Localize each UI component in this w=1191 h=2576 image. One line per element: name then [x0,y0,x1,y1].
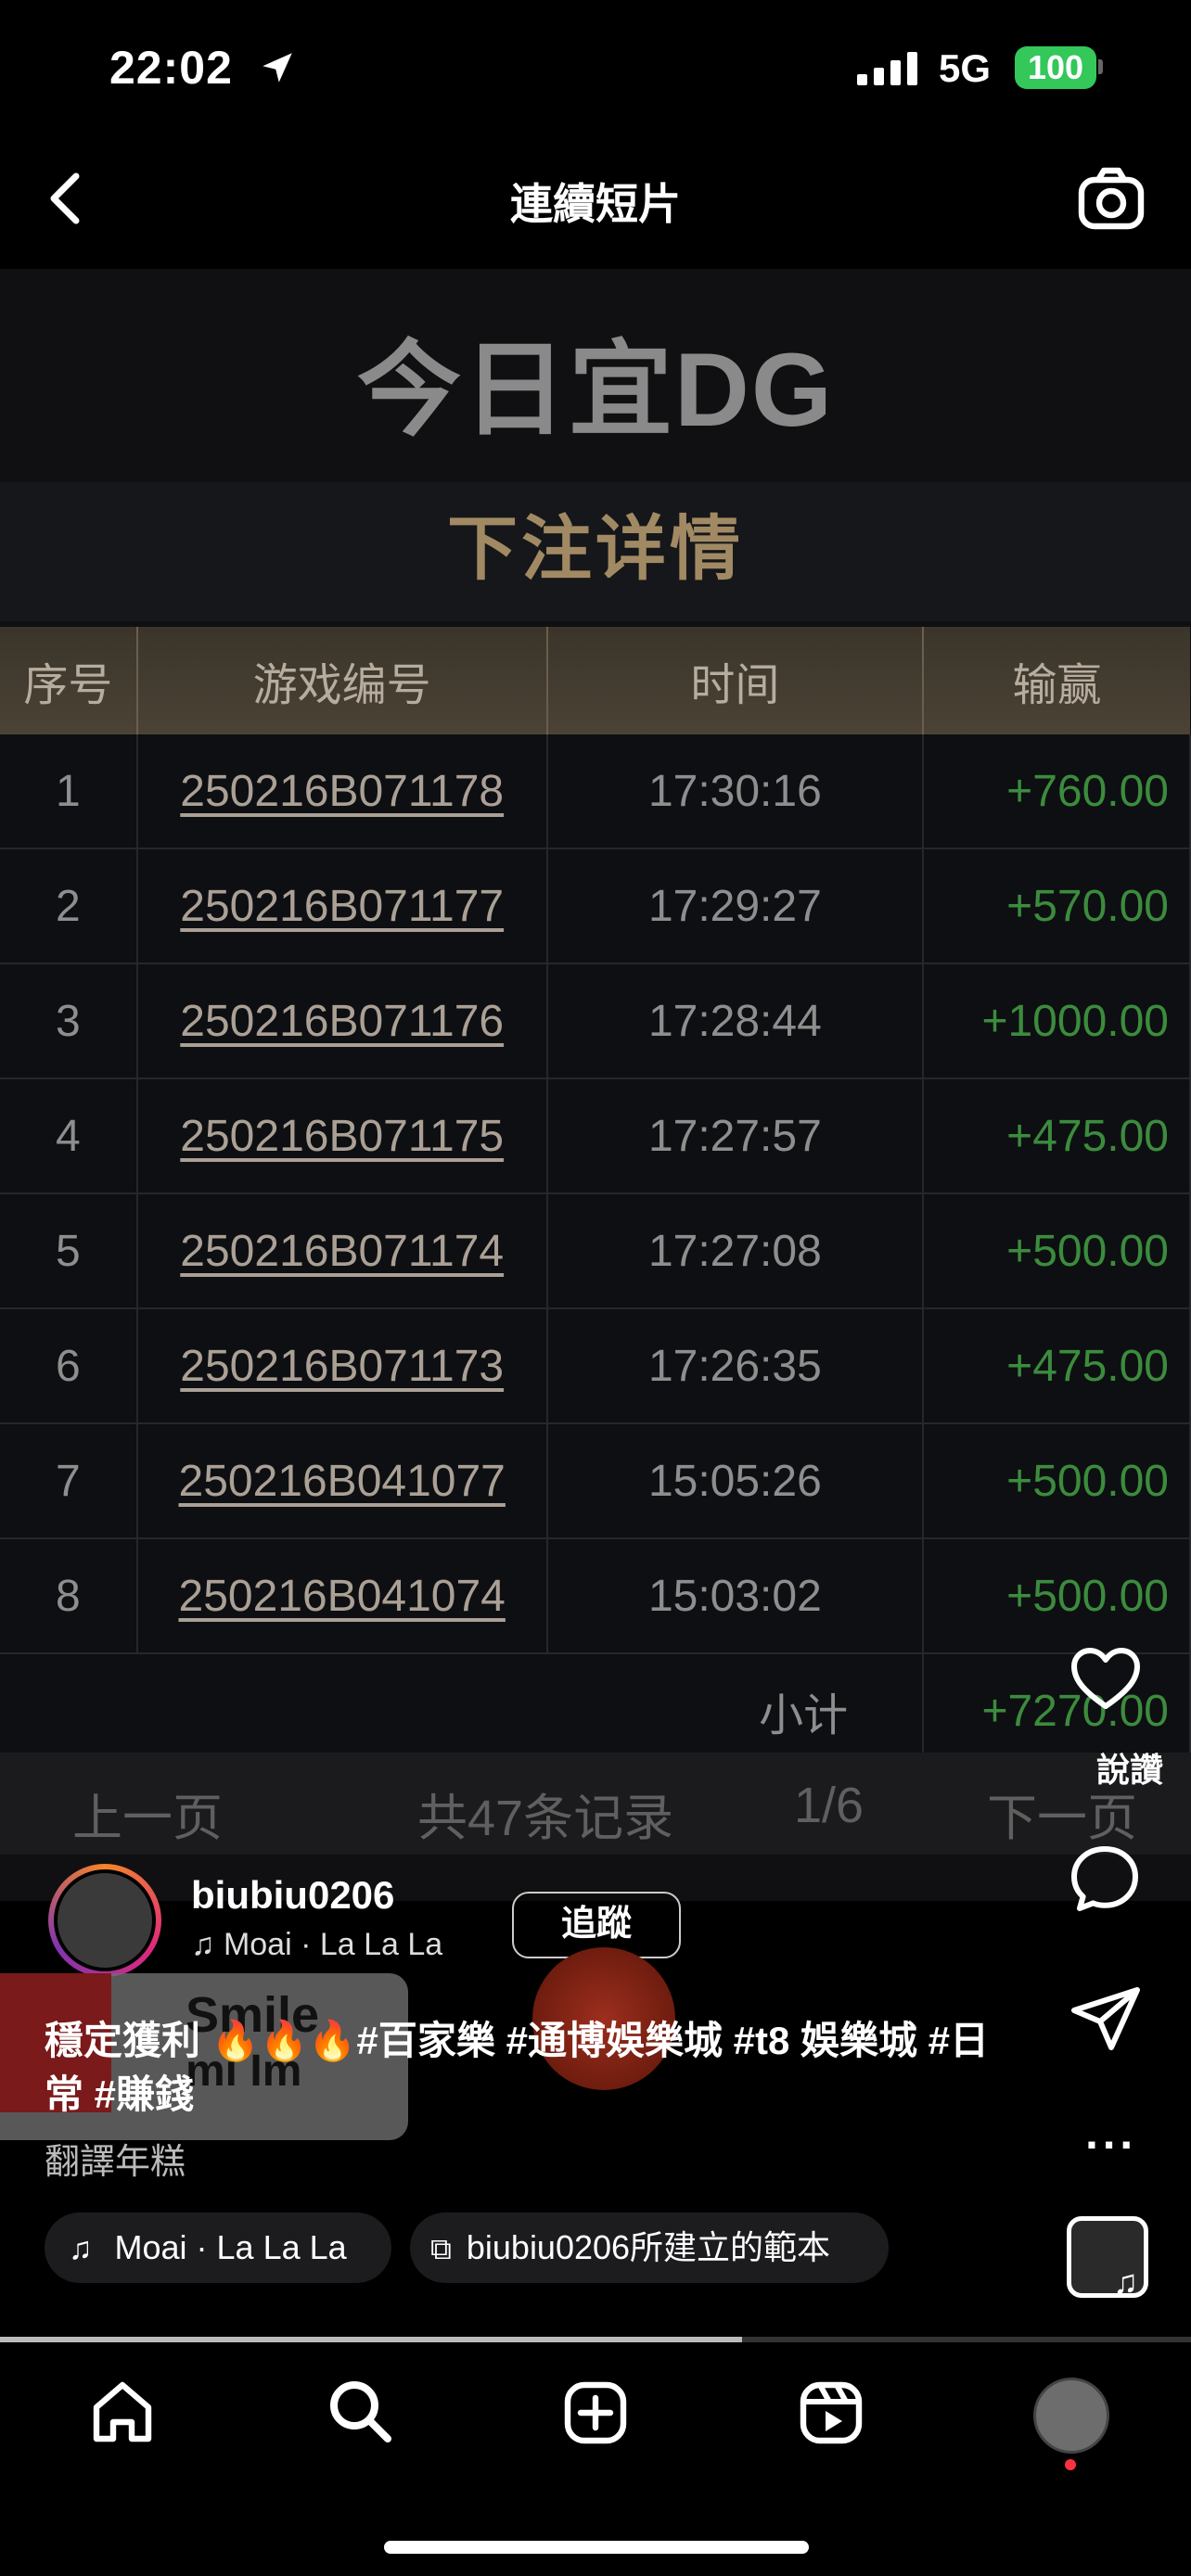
row-index: 7 [0,1423,138,1539]
game-id-link[interactable]: 250216B071176 [136,963,548,1079]
row-result: +570.00 [923,848,1191,964]
status-time: 22:02 [109,42,233,94]
row-result: +500.00 [923,1423,1191,1539]
heart-icon[interactable] [1069,1645,1143,1712]
game-id-link[interactable]: 250216B071173 [136,1308,548,1424]
profile-avatar-tab[interactable] [1033,2378,1109,2454]
row-result: +1000.00 [923,963,1191,1079]
row-time: 17:27:08 [546,1193,925,1309]
post-caption[interactable]: 穩定獲利 🔥🔥🔥#百家樂 #通博娛樂城 #t8 娛樂城 #日常 #賺錢 [45,2014,1009,2122]
avatar[interactable] [48,1864,161,1977]
table-row: 2 250216B071177 17:29:27 +570.00 [0,848,1191,964]
camera-icon[interactable] [1076,165,1146,232]
template-chip-label: biubiu0206所建立的範本 [466,2228,831,2266]
table-row: 4 250216B071175 17:27:57 +475.00 [0,1078,1191,1194]
video-banner: 今日宜DG [357,332,834,448]
reels-icon[interactable] [796,2378,866,2448]
music-note-icon: ♫ [191,1927,224,1962]
search-icon[interactable] [325,2376,395,2446]
col-header-result: 输赢 [923,627,1190,734]
table-header-row: 序号 游戏编号 时间 输赢 [0,627,1190,734]
more-options-icon[interactable]: ··· [1085,2118,1137,2172]
game-id-link[interactable]: 250216B071177 [136,848,548,964]
row-time: 15:05:26 [546,1423,925,1539]
subtotal-label: 小计 [0,1653,925,1769]
row-time: 17:30:16 [546,734,925,849]
bet-table: 序号 游戏编号 时间 输赢 1 250216B071178 17:30:16 +760… [0,627,1191,1769]
row-index: 2 [0,848,138,964]
row-index: 6 [0,1308,138,1424]
section-title: 下注详情 [447,510,744,589]
row-result: +475.00 [923,1308,1191,1424]
col-header-game-id: 游戏编号 [136,627,548,734]
row-time: 17:28:44 [546,963,925,1079]
game-id-link[interactable]: 250216B071175 [136,1078,548,1194]
page-indicator: 1/6 [794,1778,864,1833]
table-row: 3 250216B071176 17:28:44 +1000.00 [0,963,1191,1079]
music-title: Moai · La La La [223,1927,443,1962]
music-note-icon: ♫ [69,2231,93,2266]
table-row: 8 250216B041074 15:03:02 +500.00 [0,1538,1191,1654]
row-time: 15:03:02 [546,1538,925,1654]
battery-indicator: 100 [1015,46,1096,89]
game-id-link[interactable]: 250216B071174 [136,1193,548,1309]
template-icon: ⧉ [430,2232,452,2265]
row-time: 17:29:27 [546,848,925,964]
battery-nub [1098,59,1103,74]
table-row: 6 250216B071173 17:26:35 +475.00 [0,1308,1191,1424]
cellular-signal-icon [857,52,917,85]
subtotal-row: 小计 +7270.00 [0,1653,1191,1769]
send-icon[interactable] [1069,1984,1143,2055]
row-index: 8 [0,1538,138,1654]
network-type: 5G [939,46,992,90]
translate-link[interactable]: 翻譯年糕 [45,2133,186,2184]
row-result: +475.00 [923,1078,1191,1194]
location-arrow-icon [263,53,292,83]
row-time: 17:27:57 [546,1078,925,1194]
page-title: 連續短片 [510,180,681,228]
row-index: 4 [0,1078,138,1194]
row-result: +500.00 [923,1193,1191,1309]
pager: 上一页 共47条记录 1/6 下一页 [0,1753,1191,1855]
row-result: +760.00 [923,734,1191,849]
music-chip[interactable]: ♫ Moai · La La La [45,2213,391,2283]
table-row: 5 250216B071174 17:27:08 +500.00 [0,1193,1191,1309]
music-note-icon: ♫ [1113,2263,1138,2301]
row-index: 1 [0,734,138,849]
music-chip-label: Moai · La La La [114,2228,347,2266]
col-header-time: 时间 [546,627,925,734]
row-index: 5 [0,1193,138,1309]
game-id-link[interactable]: 250216B041074 [136,1538,548,1654]
template-chip[interactable]: ⧉ biubiu0206所建立的範本 [410,2213,889,2283]
back-chevron-icon[interactable] [46,172,83,224]
like-label: 說讚 [1096,1751,1164,1789]
row-result: +500.00 [923,1538,1191,1654]
game-id-link[interactable]: 250216B041077 [136,1423,548,1539]
row-index: 3 [0,963,138,1079]
notification-dot [1065,2459,1076,2470]
table-row: 7 250216B041077 15:05:26 +500.00 [0,1423,1191,1539]
create-post-icon[interactable] [560,2378,631,2448]
home-icon[interactable] [87,2378,158,2448]
game-id-link[interactable]: 250216B071178 [136,734,548,849]
table-row: 1 250216B071178 17:30:16 +760.00 [0,734,1191,849]
col-header-index: 序号 [0,627,138,734]
record-count: 共47条记录 [417,1791,674,1846]
music-info[interactable]: ♫ Moai · La La La [191,1927,442,1963]
comment-icon[interactable] [1067,1842,1143,1916]
row-time: 17:26:35 [546,1308,925,1424]
home-indicator[interactable] [384,2541,809,2554]
prev-page-link: 上一页 [72,1791,223,1846]
username[interactable]: biubiu0206 [191,1873,394,1918]
